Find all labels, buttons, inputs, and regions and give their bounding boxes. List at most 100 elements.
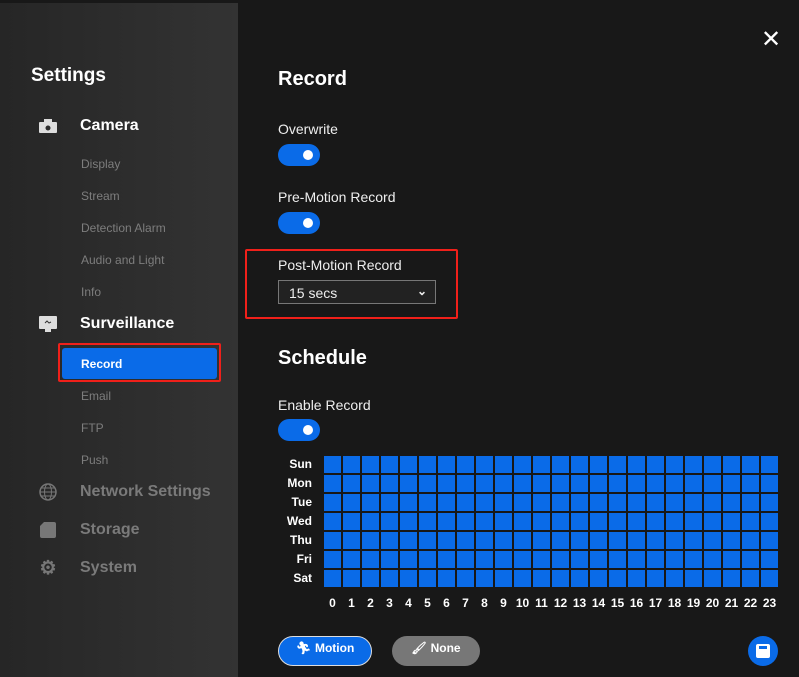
schedule-cell[interactable] (552, 532, 569, 549)
schedule-cell[interactable] (324, 513, 341, 530)
schedule-cell[interactable] (723, 570, 740, 587)
schedule-cell[interactable] (685, 532, 702, 549)
sidebar-item-audio-light[interactable]: Audio and Light (81, 253, 164, 267)
schedule-cell[interactable] (362, 494, 379, 511)
schedule-cell[interactable] (761, 570, 778, 587)
schedule-cell[interactable] (666, 494, 683, 511)
schedule-cell[interactable] (552, 494, 569, 511)
schedule-cell[interactable] (590, 494, 607, 511)
schedule-cell[interactable] (381, 494, 398, 511)
schedule-cell[interactable] (685, 513, 702, 530)
schedule-cell[interactable] (381, 532, 398, 549)
schedule-cell[interactable] (419, 532, 436, 549)
sidebar-group-surveillance[interactable]: Surveillance (38, 315, 174, 333)
sidebar-item-stream[interactable]: Stream (81, 189, 120, 203)
schedule-cell[interactable] (343, 513, 360, 530)
schedule-cell[interactable] (533, 475, 550, 492)
schedule-cell[interactable] (324, 494, 341, 511)
schedule-cell[interactable] (419, 475, 436, 492)
schedule-cell[interactable] (723, 513, 740, 530)
schedule-cell[interactable] (742, 494, 759, 511)
sidebar-item-display[interactable]: Display (81, 157, 120, 171)
sidebar-group-storage[interactable]: Storage (38, 521, 140, 539)
schedule-cell[interactable] (666, 532, 683, 549)
schedule-cell[interactable] (609, 532, 626, 549)
schedule-cell[interactable] (533, 551, 550, 568)
schedule-cell[interactable] (666, 475, 683, 492)
schedule-cell[interactable] (761, 551, 778, 568)
schedule-cell[interactable] (457, 532, 474, 549)
schedule-cell[interactable] (381, 513, 398, 530)
schedule-cell[interactable] (495, 570, 512, 587)
schedule-cell[interactable] (628, 475, 645, 492)
schedule-cell[interactable] (343, 456, 360, 473)
schedule-cell[interactable] (666, 513, 683, 530)
schedule-cell[interactable] (742, 532, 759, 549)
schedule-cell[interactable] (704, 475, 721, 492)
schedule-cell[interactable] (685, 570, 702, 587)
schedule-cell[interactable] (666, 551, 683, 568)
schedule-cell[interactable] (571, 570, 588, 587)
schedule-cell[interactable] (704, 532, 721, 549)
sidebar-item-ftp[interactable]: FTP (81, 421, 104, 435)
schedule-cell[interactable] (343, 532, 360, 549)
schedule-cell[interactable] (438, 456, 455, 473)
schedule-cell[interactable] (647, 513, 664, 530)
sidebar-group-network[interactable]: Network Settings (38, 483, 211, 501)
schedule-cell[interactable] (628, 570, 645, 587)
schedule-cell[interactable] (419, 494, 436, 511)
schedule-cell[interactable] (400, 532, 417, 549)
schedule-cell[interactable] (685, 551, 702, 568)
schedule-cell[interactable] (628, 513, 645, 530)
schedule-cell[interactable] (514, 570, 531, 587)
schedule-cell[interactable] (533, 513, 550, 530)
schedule-cell[interactable] (514, 456, 531, 473)
schedule-cell[interactable] (362, 532, 379, 549)
schedule-cell[interactable] (609, 551, 626, 568)
schedule-cell[interactable] (609, 494, 626, 511)
pre-motion-toggle[interactable] (278, 212, 320, 234)
schedule-cell[interactable] (476, 551, 493, 568)
sidebar-item-detection-alarm[interactable]: Detection Alarm (81, 221, 166, 235)
schedule-cell[interactable] (343, 494, 360, 511)
schedule-cell[interactable] (495, 475, 512, 492)
schedule-cell[interactable] (495, 513, 512, 530)
schedule-cell[interactable] (400, 513, 417, 530)
schedule-cell[interactable] (742, 456, 759, 473)
schedule-cell[interactable] (324, 456, 341, 473)
schedule-cell[interactable] (742, 475, 759, 492)
schedule-cell[interactable] (400, 456, 417, 473)
none-button[interactable]: 🖌︎ None (392, 636, 480, 666)
schedule-cell[interactable] (647, 532, 664, 549)
schedule-cell[interactable] (381, 475, 398, 492)
schedule-cell[interactable] (647, 551, 664, 568)
schedule-cell[interactable] (742, 570, 759, 587)
schedule-cell[interactable] (419, 513, 436, 530)
schedule-cell[interactable] (533, 456, 550, 473)
schedule-cell[interactable] (704, 456, 721, 473)
schedule-cell[interactable] (609, 456, 626, 473)
schedule-cell[interactable] (438, 551, 455, 568)
schedule-cell[interactable] (343, 551, 360, 568)
schedule-cell[interactable] (343, 475, 360, 492)
schedule-cell[interactable] (666, 456, 683, 473)
schedule-cell[interactable] (685, 456, 702, 473)
schedule-cell[interactable] (495, 532, 512, 549)
schedule-cell[interactable] (761, 513, 778, 530)
schedule-cell[interactable] (476, 456, 493, 473)
schedule-cell[interactable] (419, 551, 436, 568)
save-button[interactable] (748, 636, 778, 666)
schedule-cell[interactable] (571, 513, 588, 530)
schedule-cell[interactable] (381, 570, 398, 587)
schedule-cell[interactable] (647, 456, 664, 473)
schedule-cell[interactable] (362, 570, 379, 587)
enable-record-toggle[interactable] (278, 419, 320, 441)
schedule-cell[interactable] (400, 551, 417, 568)
schedule-cell[interactable] (647, 570, 664, 587)
schedule-cell[interactable] (324, 570, 341, 587)
schedule-cell[interactable] (704, 494, 721, 511)
schedule-cell[interactable] (476, 494, 493, 511)
schedule-cell[interactable] (362, 475, 379, 492)
schedule-cell[interactable] (533, 532, 550, 549)
schedule-cell[interactable] (514, 513, 531, 530)
